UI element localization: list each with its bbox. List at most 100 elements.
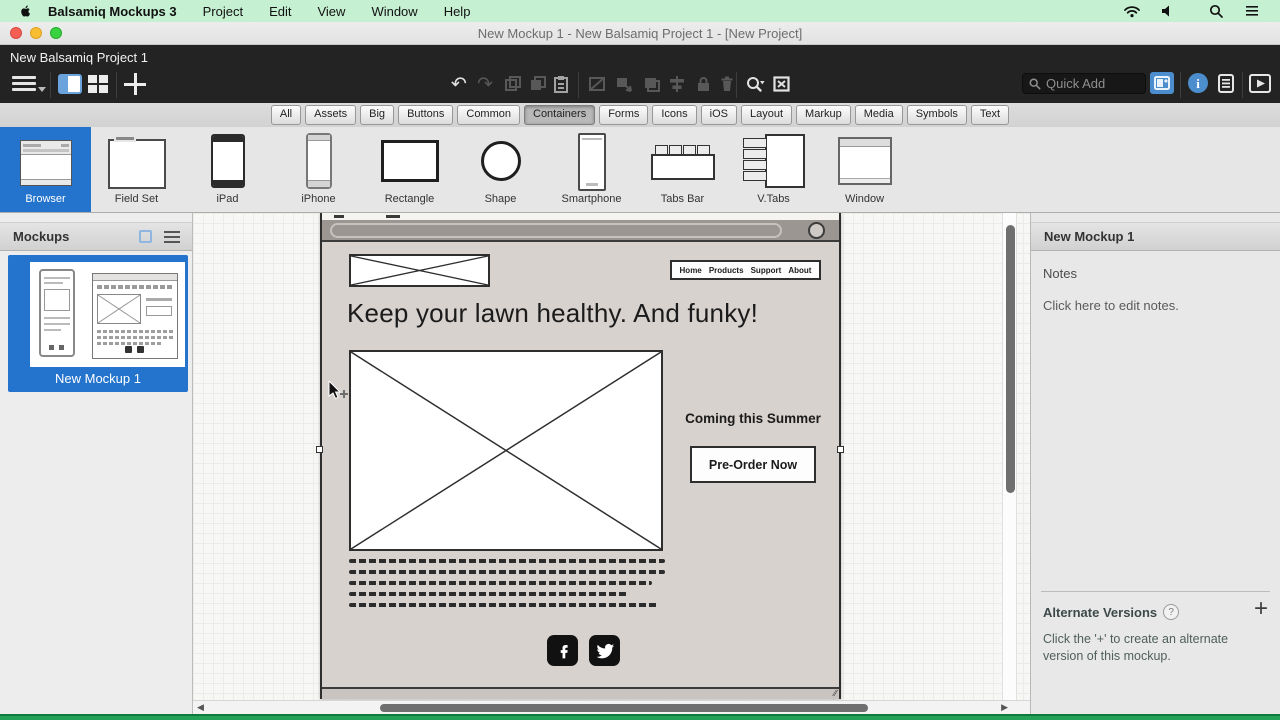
library-item-shape[interactable]: Shape (455, 127, 546, 212)
facebook-icon[interactable] (547, 635, 578, 666)
horizontal-scroll-thumb[interactable] (380, 704, 868, 712)
zoom-tool-icon[interactable] (744, 74, 766, 94)
trash-icon[interactable] (716, 74, 738, 94)
resize-handle-icon[interactable]: ∕∕ (834, 688, 837, 698)
notes-placeholder[interactable]: Click here to edit notes. (1043, 298, 1179, 313)
library-item-window[interactable]: Window (819, 127, 910, 212)
tab-big[interactable]: Big (360, 105, 394, 125)
svg-text:i: i (1196, 76, 1200, 91)
scroll-right-arrow-icon[interactable]: ▶ (1001, 702, 1008, 713)
tab-all[interactable]: All (271, 105, 301, 125)
app-toolbar: New Balsamiq Project 1 ↶ ↷ (0, 45, 1280, 103)
library-item-smartphone[interactable]: Smartphone (546, 127, 637, 212)
lock-icon[interactable] (692, 74, 714, 94)
mockup-canvas[interactable]: Home Products Support About Keep your la… (193, 213, 1030, 714)
align-icon[interactable] (666, 74, 688, 94)
vtabs-glyph-icon (743, 134, 805, 188)
mockup-thumbnail-selected[interactable]: New Mockup 1 (8, 255, 188, 392)
wireframe-headline[interactable]: Keep your lawn healthy. And funky! (347, 298, 847, 329)
tab-icons[interactable]: Icons (652, 105, 696, 125)
library-item-browser[interactable]: Browser (0, 127, 91, 212)
library-item-rectangle[interactable]: Rectangle (364, 127, 455, 212)
canvas-vertical-scrollbar[interactable] (1002, 213, 1017, 700)
redo-icon[interactable]: ↷ (474, 74, 496, 94)
workspace: Mockups (0, 213, 1280, 714)
library-item-ipad[interactable]: iPad (182, 127, 273, 212)
library-item-vtabs[interactable]: V.Tabs (728, 127, 819, 212)
duplicate-icon[interactable] (502, 74, 524, 94)
browser-glyph-icon (20, 140, 72, 186)
nav-about[interactable]: About (788, 266, 811, 275)
wireframe-tagline[interactable]: Coming this Summer (670, 411, 836, 426)
tab-text[interactable]: Text (971, 105, 1009, 125)
menu-view[interactable]: View (317, 4, 345, 19)
nav-home[interactable]: Home (680, 266, 702, 275)
twitter-icon[interactable] (589, 635, 620, 666)
mockup-thumbnail-preview (30, 262, 185, 367)
notes-panel-icon[interactable] (1214, 72, 1238, 94)
wireframe-browser-window[interactable]: Home Products Support About Keep your la… (320, 213, 841, 699)
macos-menu-bar: Balsamiq Mockups 3 Project Edit View Win… (0, 0, 1280, 22)
wireframe-nav-bar[interactable]: Home Products Support About (670, 260, 821, 280)
tab-symbols[interactable]: Symbols (907, 105, 967, 125)
mockups-panel-header: Mockups (0, 222, 192, 251)
tab-containers[interactable]: Containers (524, 105, 595, 125)
mockups-sidebar: Mockups (0, 213, 193, 714)
tab-buttons[interactable]: Buttons (398, 105, 453, 125)
ui-library-toggle-icon[interactable] (1150, 72, 1174, 94)
library-item-field-set[interactable]: Field Set (91, 127, 182, 212)
list-view-icon[interactable] (164, 231, 180, 243)
transform-icon[interactable] (586, 74, 608, 94)
apple-menu-icon[interactable] (18, 3, 34, 19)
tab-media[interactable]: Media (855, 105, 903, 125)
logo-image-placeholder[interactable] (349, 254, 490, 287)
quick-add-input[interactable]: Quick Add (1022, 73, 1146, 94)
toggle-sidebar-view-button[interactable] (58, 74, 82, 94)
undo-icon[interactable]: ↶ (448, 74, 470, 94)
project-menu-icon[interactable] (12, 76, 36, 94)
mini-phone-wireframe (39, 269, 75, 357)
selection-handle-right[interactable] (837, 446, 844, 453)
nav-support[interactable]: Support (751, 266, 782, 275)
wifi-icon[interactable] (1123, 4, 1141, 18)
paste-clipboard-icon[interactable] (550, 74, 572, 94)
add-mockup-button[interactable] (124, 73, 146, 95)
tab-markup[interactable]: Markup (796, 105, 851, 125)
tab-forms[interactable]: Forms (599, 105, 648, 125)
tab-layout[interactable]: Layout (741, 105, 792, 125)
pre-order-button[interactable]: Pre-Order Now (690, 446, 816, 483)
grid-view-button[interactable] (88, 74, 112, 94)
quick-add-placeholder: Quick Add (1046, 76, 1105, 91)
menu-app-name[interactable]: Balsamiq Mockups 3 (48, 4, 177, 19)
canvas-horizontal-scrollbar[interactable]: ◀ ▶ (193, 700, 1030, 714)
inspector-info-icon[interactable]: i (1186, 72, 1210, 94)
tab-assets[interactable]: Assets (305, 105, 356, 125)
menu-window[interactable]: Window (371, 4, 417, 19)
volume-icon[interactable] (1161, 4, 1175, 18)
hero-image-placeholder[interactable] (349, 350, 663, 551)
send-to-back-icon[interactable] (613, 74, 635, 94)
presentation-mode-icon[interactable] (1248, 72, 1272, 94)
layers-icon[interactable] (640, 74, 662, 94)
menu-project[interactable]: Project (203, 4, 243, 19)
tab-ios[interactable]: iOS (701, 105, 737, 125)
copy-icon[interactable] (527, 74, 549, 94)
library-item-iphone[interactable]: iPhone (273, 127, 364, 212)
nav-products[interactable]: Products (709, 266, 744, 275)
tab-common[interactable]: Common (457, 105, 520, 125)
notification-center-icon[interactable] (1244, 5, 1260, 17)
vertical-scroll-thumb[interactable] (1006, 225, 1015, 493)
menu-edit[interactable]: Edit (269, 4, 291, 19)
alternate-versions-hint: Click the '+' to create an alternate ver… (1043, 631, 1263, 665)
library-item-tabs-bar[interactable]: Tabs Bar (637, 127, 728, 212)
alternate-versions-label: Alternate Versions (1043, 605, 1157, 620)
wireframe-body-text[interactable] (349, 559, 665, 614)
menu-help[interactable]: Help (444, 4, 471, 19)
selection-handle-left[interactable] (316, 446, 323, 453)
thumbnail-size-icon[interactable] (139, 230, 152, 243)
help-icon[interactable]: ? (1163, 604, 1179, 620)
add-alternate-version-button[interactable]: + (1254, 597, 1268, 621)
actual-size-icon[interactable] (770, 74, 792, 94)
scroll-left-arrow-icon[interactable]: ◀ (197, 702, 204, 713)
spotlight-search-icon[interactable] (1209, 4, 1224, 19)
